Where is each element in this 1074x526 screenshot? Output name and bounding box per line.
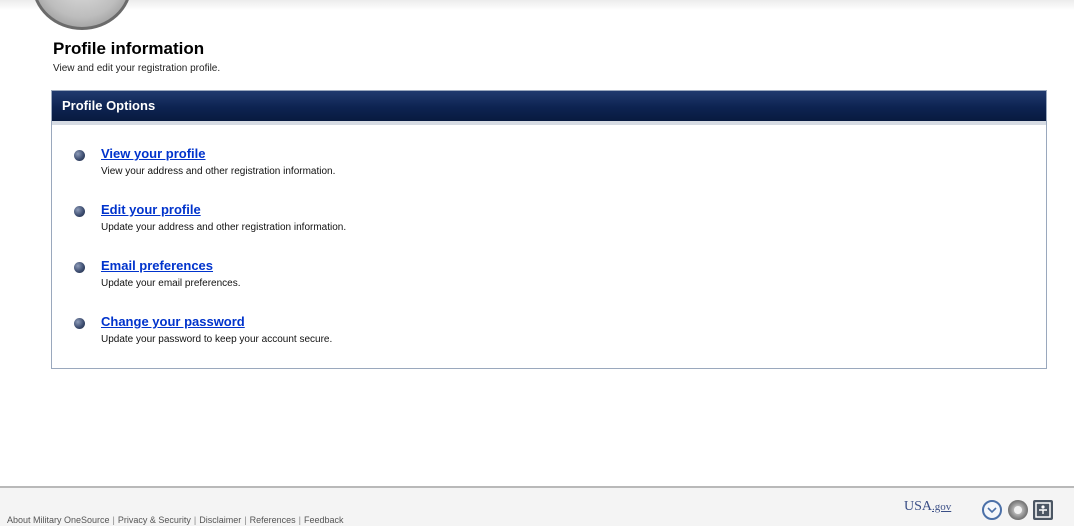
top-banner-strip (0, 0, 1074, 10)
option-description: Update your email preferences. (101, 278, 241, 289)
accessibility-icon[interactable] (1033, 500, 1053, 520)
option-description: Update your address and other registrati… (101, 222, 347, 233)
footer-separator: | (298, 515, 301, 525)
bullet-icon (74, 262, 85, 273)
option-email-preferences: Email preferences Update your email pref… (72, 258, 972, 299)
edit-profile-link[interactable]: Edit your profile (101, 202, 201, 217)
footer-links: About Military OneSource | Privacy & Secur… (7, 515, 344, 525)
footer-separator: | (244, 515, 247, 525)
option-description: Update your password to keep your accoun… (101, 334, 333, 345)
option-description: View your address and other registration… (101, 166, 336, 177)
bullet-icon (74, 150, 85, 161)
feedback-icon[interactable] (982, 500, 1002, 520)
profile-options-panel: Profile Options View your profile View y… (51, 90, 1047, 369)
seal-icon[interactable] (1008, 500, 1028, 520)
footer-separator: | (112, 515, 115, 525)
option-view-profile: View your profile View your address and … (72, 146, 972, 187)
bullet-icon (74, 206, 85, 217)
usa-gov-logo[interactable]: USA.gov (904, 499, 951, 515)
bullet-icon (74, 318, 85, 329)
change-password-link[interactable]: Change your password (101, 314, 245, 329)
page-subtitle: View and edit your registration profile. (53, 63, 221, 74)
footer-link-about[interactable]: About Military OneSource (7, 515, 110, 525)
footer: About Military OneSource | Privacy & Secur… (0, 488, 1074, 526)
panel-header: Profile Options (52, 91, 1046, 121)
footer-link-privacy[interactable]: Privacy & Security (118, 515, 191, 525)
footer-link-disclaimer[interactable]: Disclaimer (199, 515, 241, 525)
usa-gov-suffix-text: .gov (932, 501, 952, 513)
panel-divider (52, 121, 1046, 125)
footer-separator: | (193, 515, 197, 525)
footer-link-references[interactable]: References (250, 515, 296, 525)
usa-gov-main-text: USA (904, 499, 933, 514)
page-title: Profile information (53, 39, 205, 58)
option-edit-profile: Edit your profile Update your address an… (72, 202, 972, 243)
footer-link-feedback[interactable]: Feedback (304, 515, 344, 525)
option-change-password: Change your password Update your passwor… (72, 314, 972, 355)
email-preferences-link[interactable]: Email preferences (101, 258, 213, 273)
view-profile-link[interactable]: View your profile (101, 146, 206, 161)
